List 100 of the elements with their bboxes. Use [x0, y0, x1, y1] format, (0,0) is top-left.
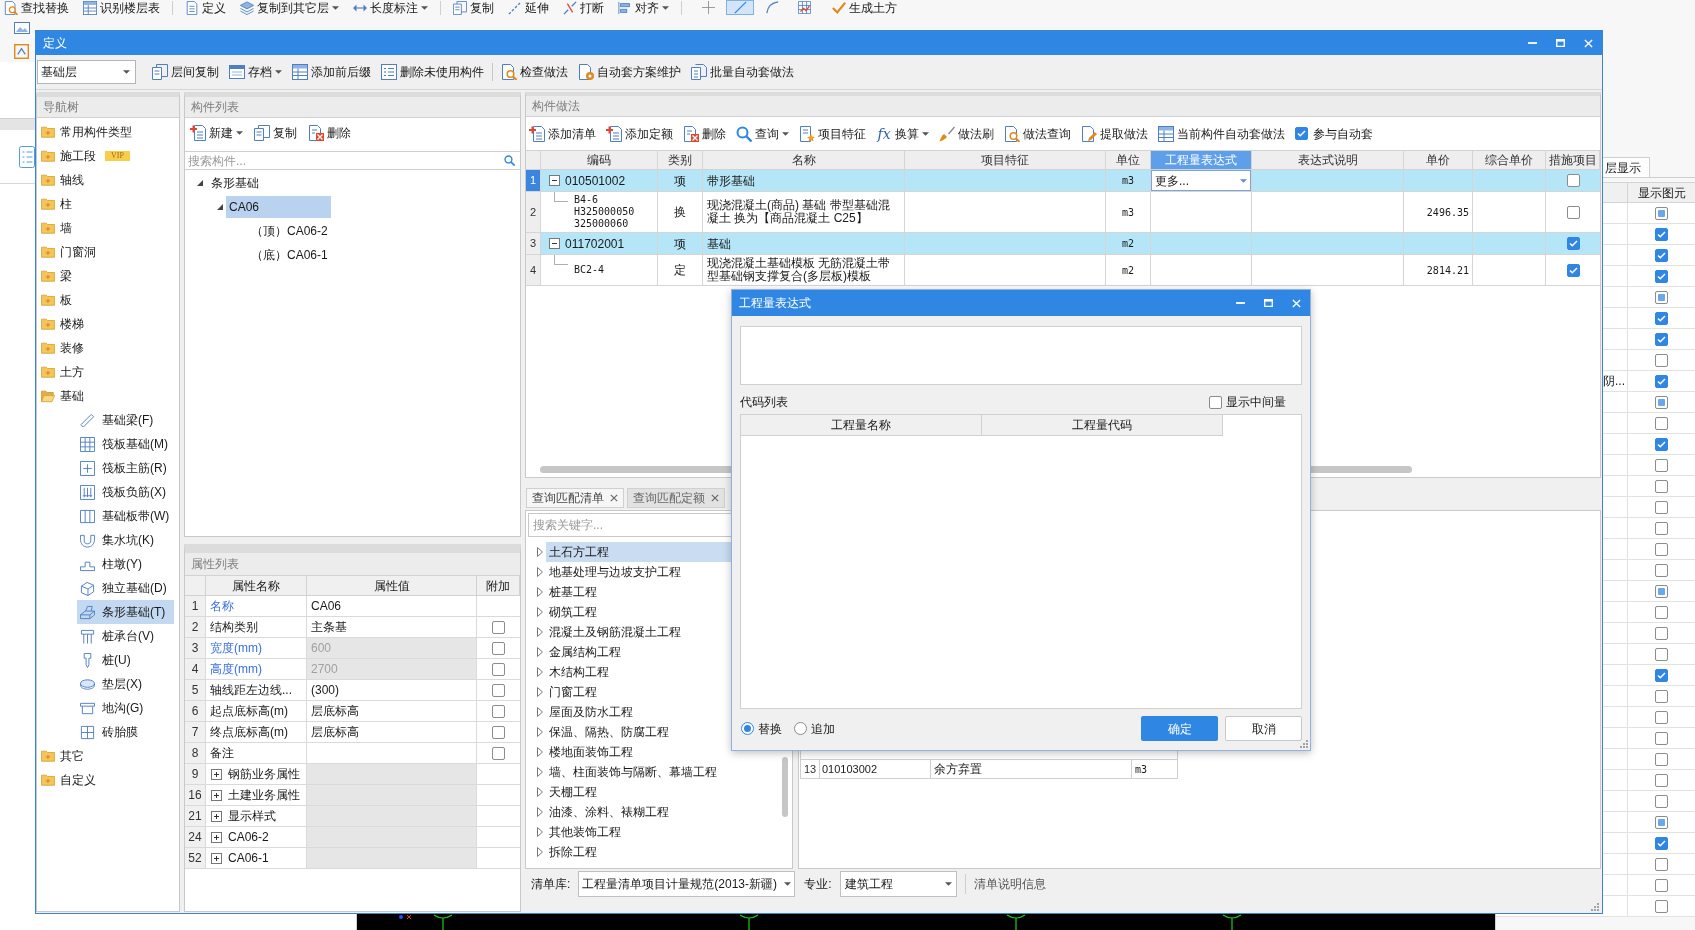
checkbox[interactable]	[1655, 563, 1668, 577]
expression-field[interactable]	[740, 326, 1302, 385]
toolbar-button[interactable]: 自动套方案维护	[578, 61, 681, 83]
ribbon-button[interactable]: 长度标注	[353, 0, 428, 15]
ribbon-button[interactable]: 复制到其它层	[240, 0, 339, 15]
collapsed-triangle-icon[interactable]	[537, 667, 543, 677]
nav-item[interactable]: 柱墩(Y)	[77, 552, 174, 576]
nav-item[interactable]: 基础梁(F)	[77, 408, 174, 432]
checkbox[interactable]	[1655, 227, 1668, 241]
tree-item[interactable]: 墙、柱面装饰与隔断、幕墙工程	[546, 762, 792, 782]
checkbox[interactable]	[1655, 353, 1668, 367]
tree-item[interactable]: 天棚工程	[546, 782, 792, 802]
checkbox[interactable]	[1566, 174, 1580, 187]
checkbox[interactable]	[1655, 899, 1668, 913]
collapsed-triangle-icon[interactable]	[537, 647, 543, 657]
nav-item[interactable]: 条形基础(T)	[77, 600, 174, 624]
nav-item[interactable]: 板	[37, 288, 179, 312]
checkbox[interactable]	[1655, 521, 1668, 535]
nav-item[interactable]: 桩(U)	[77, 648, 174, 672]
checkbox[interactable]	[1655, 878, 1668, 892]
cancel-button[interactable]: 取消	[1225, 716, 1302, 741]
nav-item[interactable]: 基础	[37, 384, 179, 408]
nav-item[interactable]: 梁	[37, 264, 179, 288]
checkbox[interactable]	[1566, 205, 1580, 219]
ribbon-button[interactable]: 打断	[563, 0, 604, 15]
toolbar-button[interactable]: 添加前后缀	[292, 61, 371, 83]
checkbox[interactable]	[1655, 668, 1668, 682]
minus-box-icon[interactable]	[549, 238, 560, 249]
checkbox[interactable]	[1655, 248, 1668, 262]
nav-item[interactable]: 地沟(G)	[77, 696, 174, 720]
toolbar-button[interactable]: 删除	[308, 122, 351, 144]
toolbar-button[interactable]: 提取做法	[1081, 122, 1148, 145]
checkbox[interactable]	[1655, 815, 1668, 829]
nav-item[interactable]: 柱	[37, 192, 179, 216]
toolbar-button[interactable]: 项目特征	[799, 122, 866, 145]
tree-item[interactable]: 楼地面装饰工程	[546, 742, 792, 762]
column-header[interactable]: 属性值	[307, 576, 477, 595]
column-header[interactable]: 名称	[703, 151, 905, 169]
checkbox[interactable]	[1655, 584, 1668, 598]
tab[interactable]: 查询匹配定额	[627, 488, 725, 508]
tab[interactable]: 查询匹配清单	[526, 488, 624, 508]
info-button[interactable]: 清单说明信息	[973, 875, 1046, 893]
collapsed-triangle-icon[interactable]	[537, 827, 543, 837]
toolbar-button[interactable]: 新建	[190, 122, 243, 144]
toolbar-button[interactable]: 删除未使用构件	[381, 61, 484, 83]
nav-item[interactable]: 轴线	[37, 168, 179, 192]
nav-item[interactable]: 集水坑(K)	[77, 528, 174, 552]
column-header[interactable]: 类别	[658, 151, 703, 169]
collapsed-triangle-icon[interactable]	[537, 847, 543, 857]
nav-item[interactable]: 垫层(X)	[77, 672, 174, 696]
checkbox[interactable]	[1655, 500, 1668, 514]
collapsed-triangle-icon[interactable]	[537, 607, 543, 617]
toolbar-button[interactable]: 做法查询	[1004, 122, 1071, 145]
checkbox[interactable]	[1566, 263, 1580, 277]
column-header[interactable]: 措施项目	[1546, 151, 1600, 169]
checkbox[interactable]	[1655, 416, 1668, 430]
checkbox[interactable]	[1655, 206, 1668, 220]
nav-item[interactable]: 自定义	[37, 768, 179, 792]
ribbon-button[interactable]: 复制	[453, 0, 494, 15]
tree-item[interactable]: （顶）CA06-2	[248, 220, 331, 242]
row-number[interactable]: 2	[526, 192, 541, 232]
collapsed-triangle-icon[interactable]	[537, 687, 543, 697]
ribbon-button[interactable]: 生成土方	[832, 0, 897, 15]
column-header[interactable]: 表达式说明	[1252, 151, 1404, 169]
table-row[interactable]: 3 011702001 项 基础 m2	[526, 233, 1600, 255]
checkbox[interactable]	[1655, 710, 1668, 724]
tree-item[interactable]: （底）CA06-1	[248, 244, 331, 266]
nav-item[interactable]: 独立基础(D)	[77, 576, 174, 600]
close-icon[interactable]	[711, 494, 719, 502]
search-field[interactable]: 搜索构件...	[185, 151, 520, 170]
collapsed-triangle-icon[interactable]	[537, 727, 543, 737]
nav-item[interactable]: 筏板基础(M)	[77, 432, 174, 456]
plus-box-icon[interactable]	[211, 789, 222, 801]
toolbar-button[interactable]: 检查做法	[501, 61, 568, 83]
collapsed-triangle-icon[interactable]	[537, 807, 543, 817]
expanded-triangle-icon[interactable]	[197, 180, 203, 186]
plus-box-icon[interactable]	[211, 852, 222, 864]
checkbox[interactable]	[1655, 374, 1668, 388]
nav-item[interactable]: 筏板负筋(X)	[77, 480, 174, 504]
expanded-triangle-icon[interactable]	[217, 204, 223, 210]
plus-box-icon[interactable]	[211, 810, 222, 822]
checkbox[interactable]	[492, 683, 505, 697]
table-row[interactable]: 1 010501002 项 带形基础 m3 更多...	[526, 170, 1600, 192]
toolbar-button[interactable]: 存档	[229, 61, 282, 83]
ribbon-button[interactable]: 对齐	[618, 0, 669, 15]
checkbox[interactable]	[1655, 626, 1668, 640]
toolbar-button[interactable]: 添加定额	[606, 122, 673, 145]
checkbox[interactable]	[1655, 479, 1668, 493]
checkbox[interactable]	[1655, 794, 1668, 808]
toolbar-button[interactable]: 当前构件自动套做法	[1158, 122, 1285, 145]
nav-item[interactable]: 基础板带(W)	[77, 504, 174, 528]
row-number[interactable]: 1	[526, 170, 541, 191]
column-header[interactable]: 附加	[477, 576, 520, 595]
tree-item[interactable]: 拆除工程	[546, 842, 792, 862]
checkbox[interactable]	[1295, 127, 1308, 140]
column-header[interactable]: 项目特征	[905, 151, 1106, 169]
resize-grip-icon[interactable]	[1591, 903, 1599, 911]
checkbox[interactable]	[1655, 395, 1668, 409]
toolbar-button[interactable]: 做法刷	[939, 122, 994, 145]
column-header[interactable]: 编码	[541, 151, 658, 169]
